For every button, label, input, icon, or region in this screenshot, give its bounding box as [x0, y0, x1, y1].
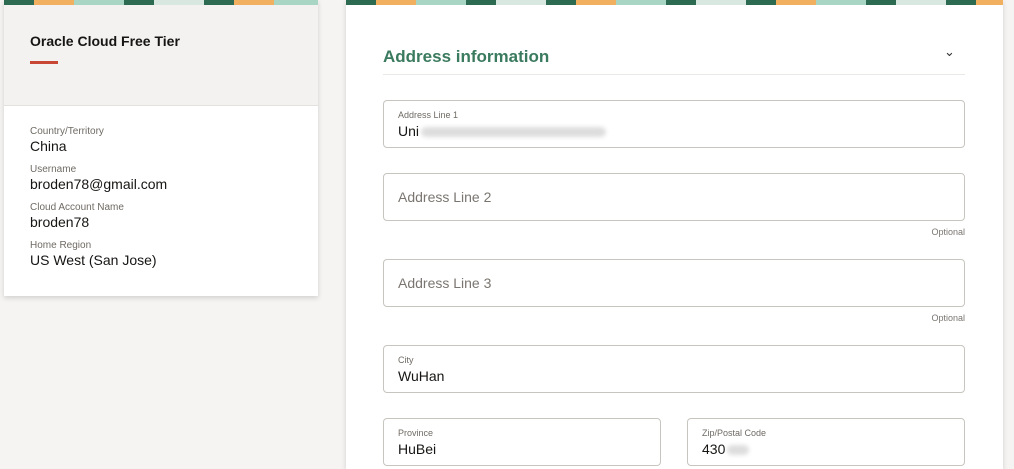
country-label: Country/Territory: [30, 126, 104, 137]
card-title: Oracle Cloud Free Tier: [30, 33, 180, 49]
city-input[interactable]: City WuHan: [383, 345, 965, 393]
accent-bar: [30, 61, 58, 64]
province-label: Province: [398, 428, 434, 438]
province-input[interactable]: Province HuBei: [383, 418, 661, 466]
decorative-banner: [346, 0, 1003, 5]
zip-label: Zip/Postal Code: [702, 428, 767, 438]
account-name-value: broden78: [30, 214, 90, 230]
chevron-down-icon[interactable]: ⌄: [944, 44, 955, 60]
section-title: Address information: [383, 47, 550, 66]
address-form-card: Address information ⌄ Address Line 1 Uni…: [346, 0, 1003, 469]
address-line-3-input[interactable]: Address Line 3: [383, 259, 965, 307]
zip-input[interactable]: Zip/Postal Code 430: [687, 418, 965, 466]
city-value: WuHan: [398, 368, 445, 384]
account-name-label: Cloud Account Name: [30, 202, 124, 213]
address-line-1-label: Address Line 1: [398, 110, 459, 120]
optional-hint: Optional: [931, 313, 965, 323]
zip-value: 430: [702, 441, 726, 457]
city-label: City: [398, 355, 414, 365]
address-line-1-value: Uni: [398, 123, 420, 139]
username-value: broden78@gmail.com: [30, 176, 168, 192]
divider: [383, 74, 965, 75]
address-line-1-input[interactable]: Address Line 1 Uni: [383, 100, 965, 148]
optional-hint: Optional: [931, 227, 965, 237]
card-header: Oracle Cloud Free Tier: [4, 5, 318, 106]
province-value: HuBei: [398, 441, 437, 457]
country-value: China: [30, 138, 67, 154]
home-region-label: Home Region: [30, 240, 92, 251]
address-line-2-input[interactable]: Address Line 2: [383, 173, 965, 221]
address-line-2-placeholder: Address Line 2: [398, 189, 492, 205]
account-summary-card: Oracle Cloud Free Tier Country/Territory…: [4, 0, 318, 296]
redacted-blur: [727, 445, 750, 456]
address-line-3-placeholder: Address Line 3: [398, 275, 492, 291]
redacted-blur: [421, 127, 607, 138]
username-label: Username: [30, 164, 77, 175]
home-region-value: US West (San Jose): [30, 252, 157, 268]
